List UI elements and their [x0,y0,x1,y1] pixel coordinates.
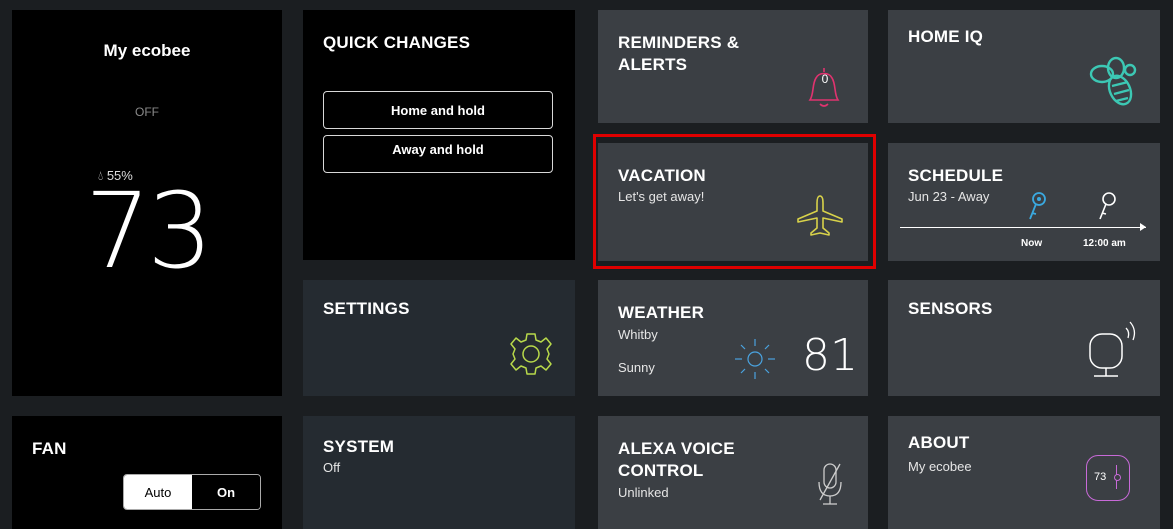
thermostat-name: My ecobee [103,41,191,60]
system-title: SYSTEM [323,437,395,456]
system-tile[interactable]: SYSTEM Off [303,416,575,529]
bell-icon [808,68,840,107]
weather-title: WEATHER [618,303,705,322]
schedule-now-label: Now [1021,238,1043,249]
fan-title: FAN [32,439,67,458]
alert-count: 0 [821,72,829,86]
quick-changes-tile: QUICK CHANGES Home and hold Away and hol… [303,10,575,260]
hvac-mode: OFF [135,105,159,119]
alexa-tile[interactable]: ALEXA VOICE CONTROL Unlinked [598,416,868,529]
bee-icon [1089,56,1137,106]
weather-condition: Sunny [618,360,655,375]
current-temperature: 73 [84,170,213,292]
home-and-hold-button[interactable]: Home and hold [323,91,553,129]
home-iq-tile[interactable]: HOME IQ [888,10,1160,123]
vacation-subtitle: Let's get away! [618,189,705,204]
vacation-tile[interactable]: VACATION Let's get away! [598,143,868,261]
reminders-title: REMINDERS & ALERTS [618,33,740,74]
microphone-muted-icon [818,463,842,505]
about-device-temperature: 73 [1094,471,1107,483]
settings-tile[interactable]: SETTINGS [303,280,575,396]
away-and-hold-button[interactable]: Away and hold [323,135,553,173]
sensor-icon [1089,321,1136,377]
alexa-status: Unlinked [618,485,669,500]
vacation-title: VACATION [618,166,706,185]
airplane-icon [797,195,843,236]
home-iq-title: HOME IQ [908,27,984,46]
sun-icon [735,339,775,379]
schedule-key-now-icon [1029,192,1046,220]
schedule-title: SCHEDULE [908,166,1004,185]
quick-changes-title: QUICK CHANGES [323,33,471,52]
gear-icon [510,333,552,375]
alexa-title: ALEXA VOICE CONTROL [618,439,735,480]
schedule-tile[interactable]: SCHEDULE Jun 23 - Away Now 12:00 am [888,143,1160,261]
about-tile[interactable]: ABOUT My ecobee 73 [888,416,1160,529]
schedule-timeline [900,227,1146,228]
fan-auto-option[interactable]: Auto [124,475,192,509]
thermostat-tile[interactable]: My ecobee OFF 💧︎ 55% 73 [12,10,282,396]
weather-city: Whitby [618,327,658,342]
schedule-subtitle: Jun 23 - Away [908,189,990,204]
weather-temperature: 81 [802,330,858,381]
ecobee-device-icon: 73 [1086,455,1130,501]
settings-title: SETTINGS [323,299,410,318]
about-subtitle: My ecobee [908,459,972,474]
schedule-next-time: 12:00 am [1083,238,1126,249]
about-device-dot [1114,474,1121,481]
fan-tile: FAN [12,416,282,529]
fan-mode-toggle[interactable]: Auto On [123,474,261,510]
weather-tile[interactable]: WEATHER Whitby Sunny 81 [598,280,868,396]
fan-on-option[interactable]: On [192,475,260,509]
reminders-alerts-tile[interactable]: REMINDERS & ALERTS 0 [598,10,868,123]
system-status: Off [323,460,341,475]
schedule-key-next-icon [1099,192,1116,220]
sensors-title: SENSORS [908,299,993,318]
sensors-tile[interactable]: SENSORS [888,280,1160,396]
schedule-timeline-arrow [1140,223,1146,231]
about-title: ABOUT [908,433,970,452]
